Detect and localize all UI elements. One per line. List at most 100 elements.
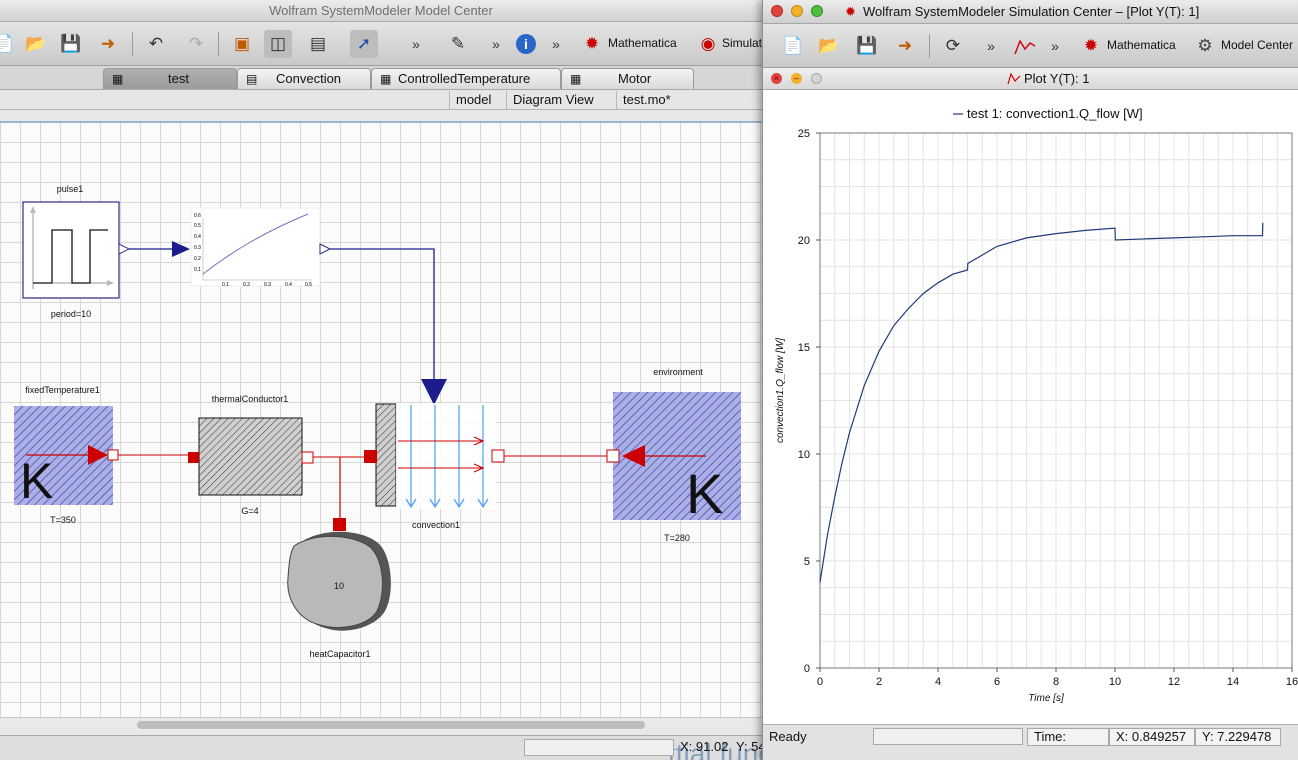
overflow-chevron-icon[interactable]: » bbox=[482, 30, 510, 58]
environment-name: environment bbox=[653, 367, 703, 377]
model-tabs: ▦ test ▤ Convection ▦ ControlledTemperat… bbox=[0, 66, 762, 90]
mathematica-button-label[interactable]: Mathematica bbox=[1107, 38, 1176, 52]
tab-motor[interactable]: ▦ Motor bbox=[561, 68, 694, 89]
heat-capacitor-block[interactable]: 10 bbox=[287, 518, 391, 631]
mathematica-button-label[interactable]: Mathematica bbox=[608, 36, 677, 50]
crumb-diagram-view[interactable]: Diagram View bbox=[506, 91, 600, 109]
export-icon[interactable]: ➜ bbox=[891, 32, 919, 60]
model-center-titlebar: Wolfram SystemModeler Model Center bbox=[0, 0, 762, 22]
heat-capacitor-name: heatCapacitor1 bbox=[309, 649, 371, 659]
x-tick-label: 8 bbox=[1053, 676, 1059, 688]
toolbar-separator bbox=[132, 32, 133, 56]
new-file-icon[interactable]: 📄 bbox=[0, 30, 18, 58]
overflow-chevron-icon[interactable]: » bbox=[977, 32, 1005, 60]
y-axis-label: convection1.Q_flow [W] bbox=[775, 338, 786, 443]
tab-test[interactable]: ▦ test bbox=[103, 68, 237, 89]
y-tick-label: 15 bbox=[798, 342, 810, 354]
mathematica-icon[interactable]: ✹ bbox=[1077, 32, 1105, 60]
crumb-file[interactable]: test.mo* bbox=[616, 91, 677, 109]
legend-label: test 1: convection1.Q_flow [W] bbox=[967, 106, 1143, 121]
export-icon[interactable]: ➜ bbox=[94, 30, 122, 58]
class-icon: ▤ bbox=[246, 72, 258, 86]
save-icon[interactable]: 💾 bbox=[57, 30, 85, 58]
table-tick-y: 0.2 bbox=[194, 256, 201, 262]
time-field[interactable]: Time: bbox=[1027, 728, 1109, 746]
table-tick-y: 0.6 bbox=[194, 213, 201, 219]
table-block[interactable]: 0.1 0.2 0.3 0.4 0.5 0.1 0.2 0.3 0.4 0.5 … bbox=[190, 207, 332, 288]
diagram-view-icon[interactable]: ◫ bbox=[264, 30, 292, 58]
view-bar: model Diagram View test.mo* bbox=[0, 90, 762, 110]
plot-area[interactable]: 0 2 4 6 8 10 12 14 16 0 5 10 15 20 25 Time [s] convectio… bbox=[763, 90, 1298, 724]
capacitor-value: 10 bbox=[334, 581, 344, 591]
environment-block[interactable]: K bbox=[606, 392, 741, 525]
model-center-statusbar: ttial function block in System X: 91.02 … bbox=[0, 735, 762, 760]
maximize-plot-icon[interactable] bbox=[811, 73, 822, 84]
grid-icon: ▦ bbox=[570, 72, 582, 86]
table-tick-y: 0.5 bbox=[194, 223, 201, 229]
line-color-icon[interactable]: ✎ bbox=[444, 30, 472, 58]
y-tick-label: 10 bbox=[798, 449, 810, 461]
x-axis-label: Time [s] bbox=[1028, 693, 1064, 704]
open-folder-icon[interactable]: 📂 bbox=[815, 32, 843, 60]
tab-convection[interactable]: ▤ Convection bbox=[237, 68, 371, 89]
horizontal-scrollbar[interactable] bbox=[0, 717, 762, 731]
y-tick-label: 25 bbox=[798, 128, 810, 140]
pulse-name: pulse1 bbox=[56, 184, 84, 194]
select-pointer-icon[interactable]: ➚ bbox=[350, 30, 378, 58]
close-plot-icon[interactable]: × bbox=[771, 73, 782, 84]
close-window-icon[interactable] bbox=[771, 5, 783, 17]
cursor-x-readout: X: 0.849257 bbox=[1116, 729, 1187, 744]
minimize-plot-icon[interactable]: – bbox=[791, 73, 802, 84]
x-tick-label: 12 bbox=[1168, 676, 1180, 688]
cursor-y-readout: Y: 7.229478 bbox=[1202, 729, 1272, 744]
toolbar-separator bbox=[218, 32, 219, 56]
pulse-block[interactable] bbox=[22, 201, 131, 299]
component-browser-icon[interactable]: ▣ bbox=[228, 30, 256, 58]
model-center-button-label[interactable]: Model Center bbox=[1221, 38, 1293, 52]
convection-block[interactable] bbox=[364, 403, 505, 509]
table-tick-x: 0.1 bbox=[222, 282, 229, 288]
table-tick-x: 0.2 bbox=[243, 282, 250, 288]
overflow-chevron-icon[interactable]: » bbox=[1041, 32, 1069, 60]
model-center-toolbar: 📄 📂 💾 ➜ ↶ ↷ ▣ ◫ ▤ ➚ » ✎ » i » ✹ Mathemat… bbox=[0, 22, 762, 66]
crumb-model[interactable]: model bbox=[449, 91, 497, 109]
scrollbar-thumb[interactable] bbox=[137, 721, 645, 729]
simulation-center-toolbar: 📄 📂 💾 ➜ ⟳ » » ✹ Mathematica ⚙ Model Cent… bbox=[763, 24, 1298, 68]
simulation-button-label[interactable]: Simulat bbox=[722, 36, 762, 50]
table-tick-y: 0.3 bbox=[194, 245, 201, 251]
text-view-icon[interactable]: ▤ bbox=[304, 30, 332, 58]
svg-text:i: i bbox=[524, 36, 528, 52]
open-folder-icon[interactable]: 📂 bbox=[22, 30, 50, 58]
simulation-center-icon[interactable]: ◉ bbox=[694, 30, 722, 58]
pulse-parameter: period=10 bbox=[50, 309, 92, 319]
new-experiment-icon[interactable]: 📄 bbox=[779, 32, 807, 60]
minimize-window-icon[interactable] bbox=[791, 5, 803, 17]
simulation-center-titlebar: ✹ Wolfram SystemModeler Simulation Cente… bbox=[763, 0, 1298, 24]
zoom-window-icon[interactable] bbox=[811, 5, 823, 17]
plot-chart[interactable]: 0 2 4 6 8 10 12 14 16 0 5 10 15 20 25 Time [s] convectio… bbox=[763, 90, 1298, 724]
tab-controlled-temperature[interactable]: ▦ ControlledTemperature bbox=[371, 68, 561, 89]
y-tick-label: 5 bbox=[804, 556, 810, 568]
grid-icon: ▦ bbox=[112, 72, 124, 86]
environment-glyph: K bbox=[686, 462, 723, 525]
info-icon[interactable]: i bbox=[512, 30, 540, 58]
diagram-canvas[interactable]: 0.1 0.2 0.3 0.4 0.5 0.1 0.2 0.3 0.4 0.5 … bbox=[0, 121, 762, 717]
mathematica-icon[interactable]: ✹ bbox=[578, 30, 606, 58]
simulation-statusbar: Ready Time: X: 0.849257 Y: 7.229478 bbox=[763, 724, 1298, 760]
plot-icon bbox=[1007, 71, 1021, 88]
overflow-chevron-icon[interactable]: » bbox=[542, 30, 570, 58]
new-plot-icon[interactable] bbox=[1011, 32, 1039, 60]
table-tick-y: 0.4 bbox=[194, 234, 201, 240]
fixed-temperature-block[interactable]: K bbox=[14, 406, 119, 509]
model-center-title: Wolfram SystemModeler Model Center bbox=[269, 3, 493, 18]
undo-icon[interactable]: ↶ bbox=[142, 30, 170, 58]
thermal-conductor-block[interactable] bbox=[188, 417, 314, 496]
x-tick-label: 16 bbox=[1286, 676, 1298, 688]
model-center-icon[interactable]: ⚙ bbox=[1191, 32, 1219, 60]
save-icon[interactable]: 💾 bbox=[853, 32, 881, 60]
cursor-x-readout: X: 91.02 bbox=[680, 739, 729, 754]
resimulate-icon[interactable]: ⟳ bbox=[939, 32, 967, 60]
y-tick-label: 0 bbox=[804, 663, 810, 675]
overflow-chevron-icon[interactable]: » bbox=[402, 30, 430, 58]
redo-icon[interactable]: ↷ bbox=[182, 30, 210, 58]
